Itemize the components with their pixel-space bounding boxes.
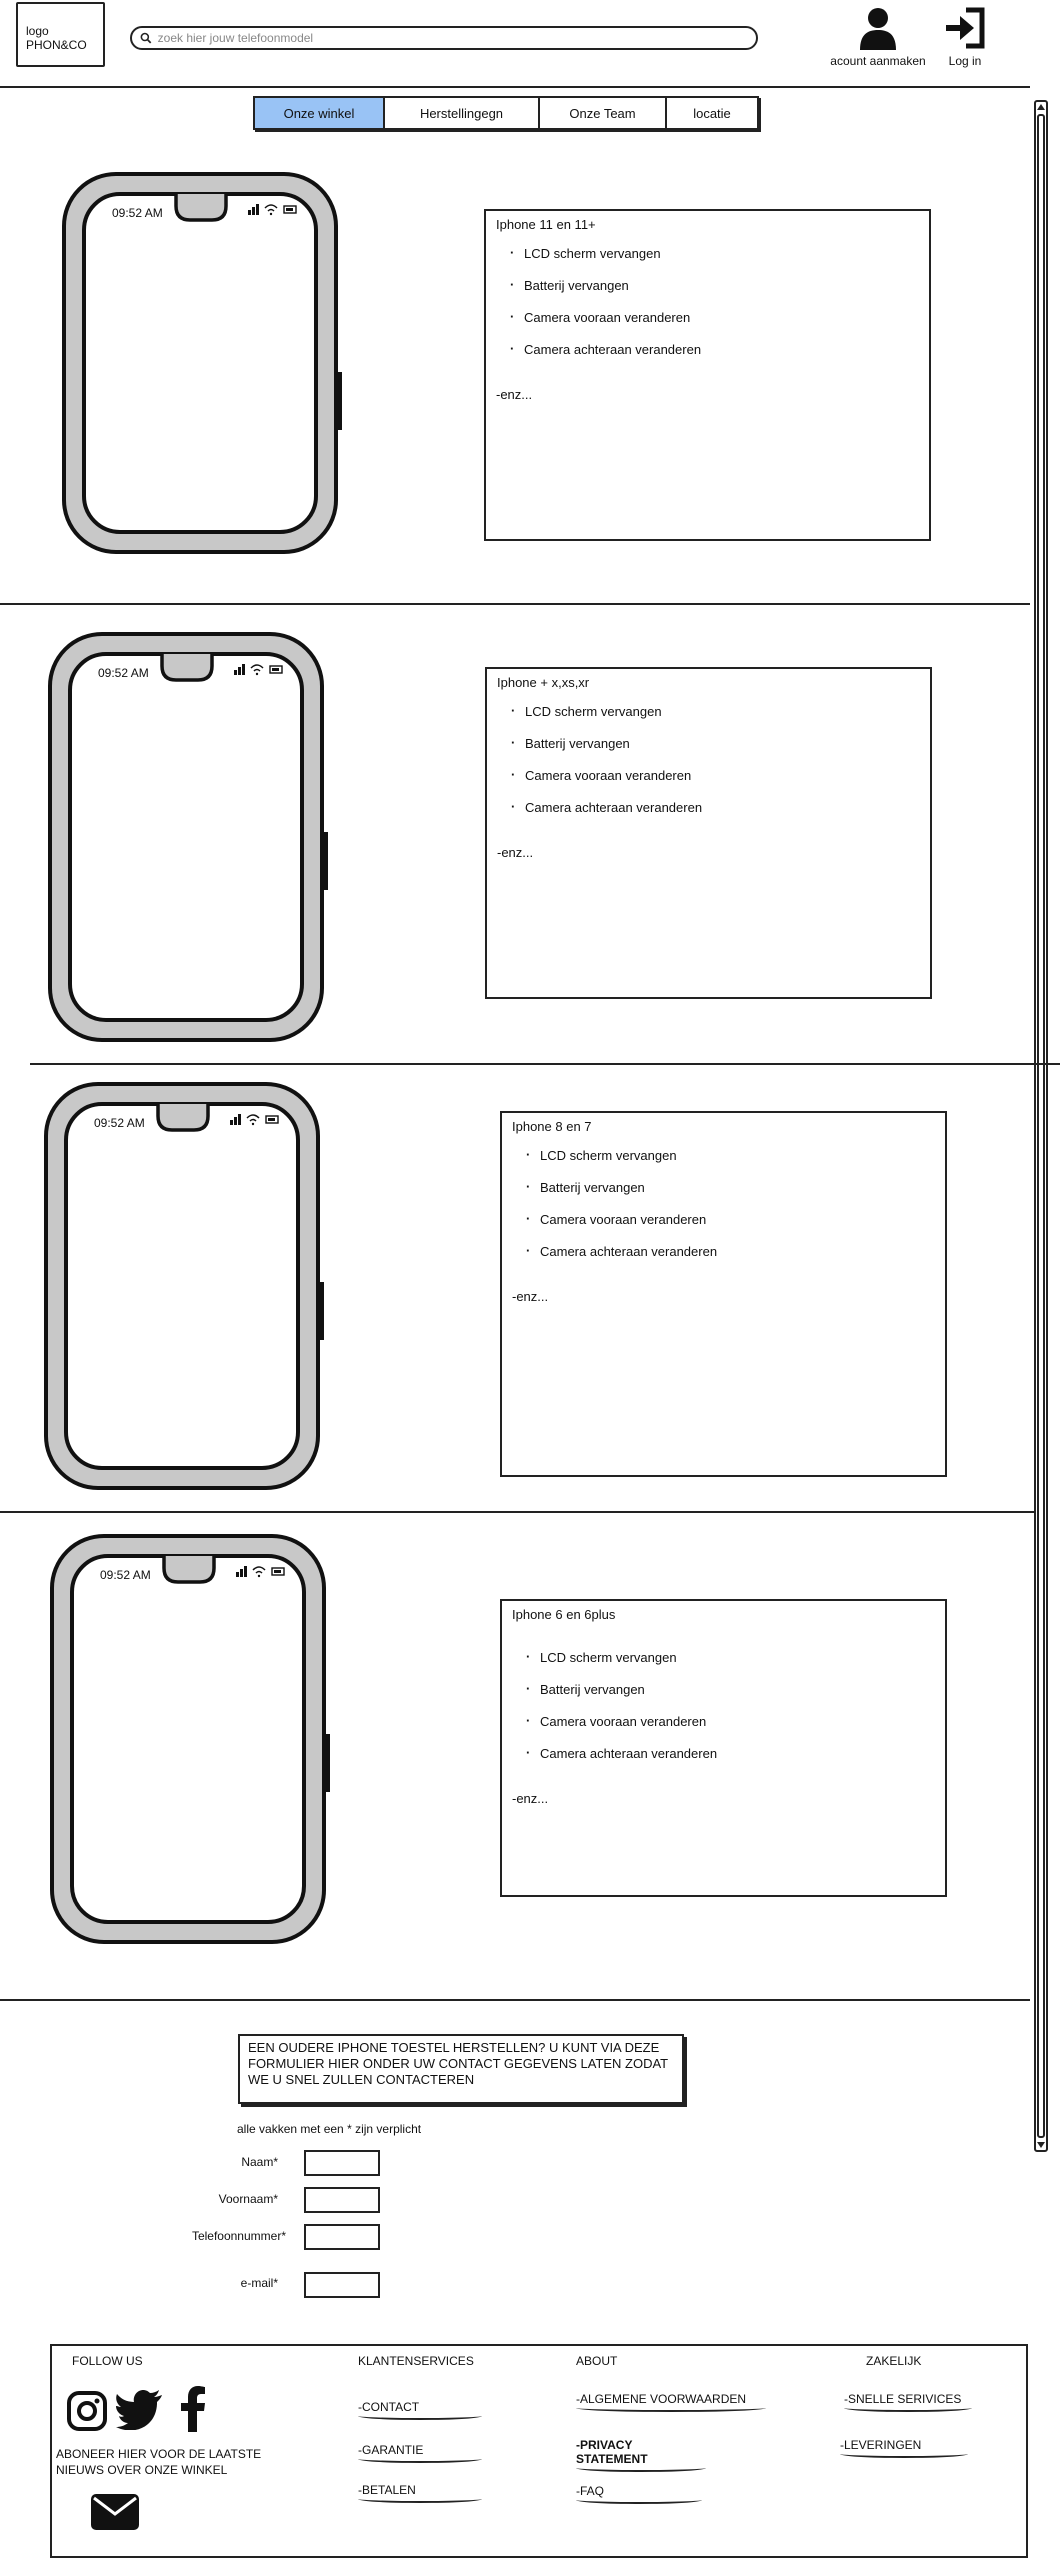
list-item: LCD scherm vervangen — [526, 1147, 935, 1163]
name-label: Naam* — [241, 2155, 278, 2169]
product-title: Iphone + x,xs,xr — [497, 675, 590, 690]
phone-image: 09:52 AM — [46, 1534, 332, 1947]
tab-locatie[interactable]: locatie — [667, 98, 757, 128]
scrollbar[interactable] — [1034, 100, 1048, 2152]
more-text: -enz... — [496, 387, 533, 402]
login-label: Log in — [948, 54, 982, 68]
terms-link[interactable]: -ALGEMENE VOORWAARDEN — [576, 2392, 766, 2412]
section-divider — [0, 603, 1030, 605]
payment-link[interactable]: -BETALEN — [358, 2483, 482, 2503]
list-item: Camera achteraan veranderen — [511, 799, 920, 815]
list-item: Batterij vervangen — [526, 1681, 935, 1697]
product-card: Iphone 6 en 6plus LCD scherm vervangen B… — [500, 1599, 947, 1897]
first-name-field[interactable] — [304, 2187, 380, 2213]
logo[interactable]: logo PHON&CO — [16, 2, 105, 67]
create-account-label: acount aanmaken — [830, 54, 926, 68]
fast-services-link[interactable]: -SNELLE SERIVICES — [844, 2392, 972, 2412]
create-account-button[interactable]: acount aanmaken — [823, 6, 933, 68]
list-item: Camera achteraan veranderen — [526, 1243, 935, 1259]
instagram-icon[interactable] — [66, 2390, 108, 2432]
search-bar[interactable] — [130, 26, 758, 50]
tab-onze-team[interactable]: Onze Team — [540, 98, 667, 128]
name-field[interactable] — [304, 2150, 380, 2176]
repair-list: LCD scherm vervangen Batterij vervangen … — [511, 703, 920, 815]
list-item: Batterij vervangen — [526, 1179, 935, 1195]
more-text: -enz... — [497, 845, 534, 860]
customer-service-heading: KLANTENSERVICES — [358, 2354, 474, 2368]
section-divider — [0, 1511, 1036, 1513]
list-item: Camera vooraan veranderen — [526, 1211, 935, 1227]
list-item: LCD scherm vervangen — [526, 1649, 935, 1665]
deliveries-link[interactable]: -LEVERINGEN — [840, 2438, 968, 2458]
list-item: Camera vooraan veranderen — [526, 1713, 935, 1729]
status-time: 09:52 AM — [100, 1568, 151, 1582]
phone-image: 09:52 AM — [40, 1082, 326, 1493]
product-title: Iphone 6 en 6plus — [512, 1607, 616, 1622]
email-label: e-mail* — [240, 2276, 278, 2290]
phone-image: 09:52 AM — [44, 632, 330, 1045]
product-card: Iphone 8 en 7 LCD scherm vervangen Batte… — [500, 1111, 947, 1477]
business-heading: ZAKELIJK — [866, 2354, 922, 2368]
list-item: Camera achteraan veranderen — [510, 341, 919, 357]
phone-image: 09:52 AM — [58, 172, 344, 557]
scroll-up-arrow[interactable] — [1037, 104, 1045, 110]
list-item: Camera achteraan veranderen — [526, 1745, 935, 1761]
list-item: Batterij vervangen — [510, 277, 919, 293]
required-note: alle vakken met een * zijn verplicht — [237, 2122, 422, 2136]
phone-number-field[interactable] — [304, 2224, 380, 2250]
facebook-icon[interactable] — [180, 2386, 206, 2432]
header-divider — [0, 86, 1030, 88]
privacy-link[interactable]: -PRIVACY STATEMENT — [576, 2438, 706, 2472]
section-divider — [0, 1999, 1030, 2001]
product-title: Iphone 8 en 7 — [512, 1119, 592, 1134]
logo-line1: logo — [26, 24, 49, 38]
logo-line2: PHON&CO — [26, 38, 87, 52]
more-text: -enz... — [512, 1289, 549, 1304]
twitter-icon[interactable] — [116, 2390, 164, 2430]
tab-herstellingen[interactable]: Herstellingegn — [385, 98, 540, 128]
search-input[interactable] — [157, 31, 756, 45]
about-heading: ABOUT — [576, 2354, 618, 2368]
status-time: 09:52 AM — [98, 666, 149, 680]
faq-link[interactable]: -FAQ — [576, 2484, 702, 2504]
product-card: Iphone + x,xs,xr LCD scherm vervangen Ba… — [485, 667, 932, 999]
follow-us-heading: FOLLOW US — [72, 2354, 143, 2368]
email-field[interactable] — [304, 2272, 380, 2298]
newsletter-text: ABONEER HIER VOOR DE LAATSTE NIEUWS OVER… — [56, 2447, 262, 2477]
phone-number-label: Telefoonnummer* — [191, 2229, 286, 2243]
list-item: LCD scherm vervangen — [511, 703, 920, 719]
list-item: Batterij vervangen — [511, 735, 920, 751]
scroll-thumb[interactable] — [1037, 114, 1045, 2138]
scroll-down-arrow[interactable] — [1037, 2142, 1045, 2148]
status-time: 09:52 AM — [112, 206, 163, 220]
first-name-label: Voornaam* — [218, 2192, 278, 2206]
product-title: Iphone 11 en 11+ — [496, 217, 596, 232]
status-time: 09:52 AM — [94, 1116, 145, 1130]
search-icon — [140, 32, 152, 44]
section-divider — [30, 1063, 1060, 1065]
list-item: LCD scherm vervangen — [510, 245, 919, 261]
repair-list: LCD scherm vervangen Batterij vervangen … — [526, 1649, 935, 1761]
warranty-link[interactable]: -GARANTIE — [358, 2443, 482, 2463]
form-notice: EEN OUDERE IPHONE TOESTEL HERSTELLEN? U … — [238, 2034, 684, 2104]
contact-link[interactable]: -CONTACT — [358, 2400, 482, 2420]
repair-list: LCD scherm vervangen Batterij vervangen … — [526, 1147, 935, 1259]
mail-icon[interactable] — [90, 2492, 140, 2532]
user-icon — [860, 8, 896, 50]
login-button[interactable]: Log in — [940, 6, 990, 68]
nav-tabs: Onze winkel Herstellingegn Onze Team loc… — [253, 96, 759, 130]
repair-list: LCD scherm vervangen Batterij vervangen … — [510, 245, 919, 357]
list-item: Camera vooraan veranderen — [511, 767, 920, 783]
tab-onze-winkel[interactable]: Onze winkel — [255, 98, 385, 128]
list-item: Camera vooraan veranderen — [510, 309, 919, 325]
more-text: -enz... — [512, 1791, 549, 1806]
login-icon — [946, 7, 985, 49]
product-card: Iphone 11 en 11+ LCD scherm vervangen Ba… — [484, 209, 931, 541]
